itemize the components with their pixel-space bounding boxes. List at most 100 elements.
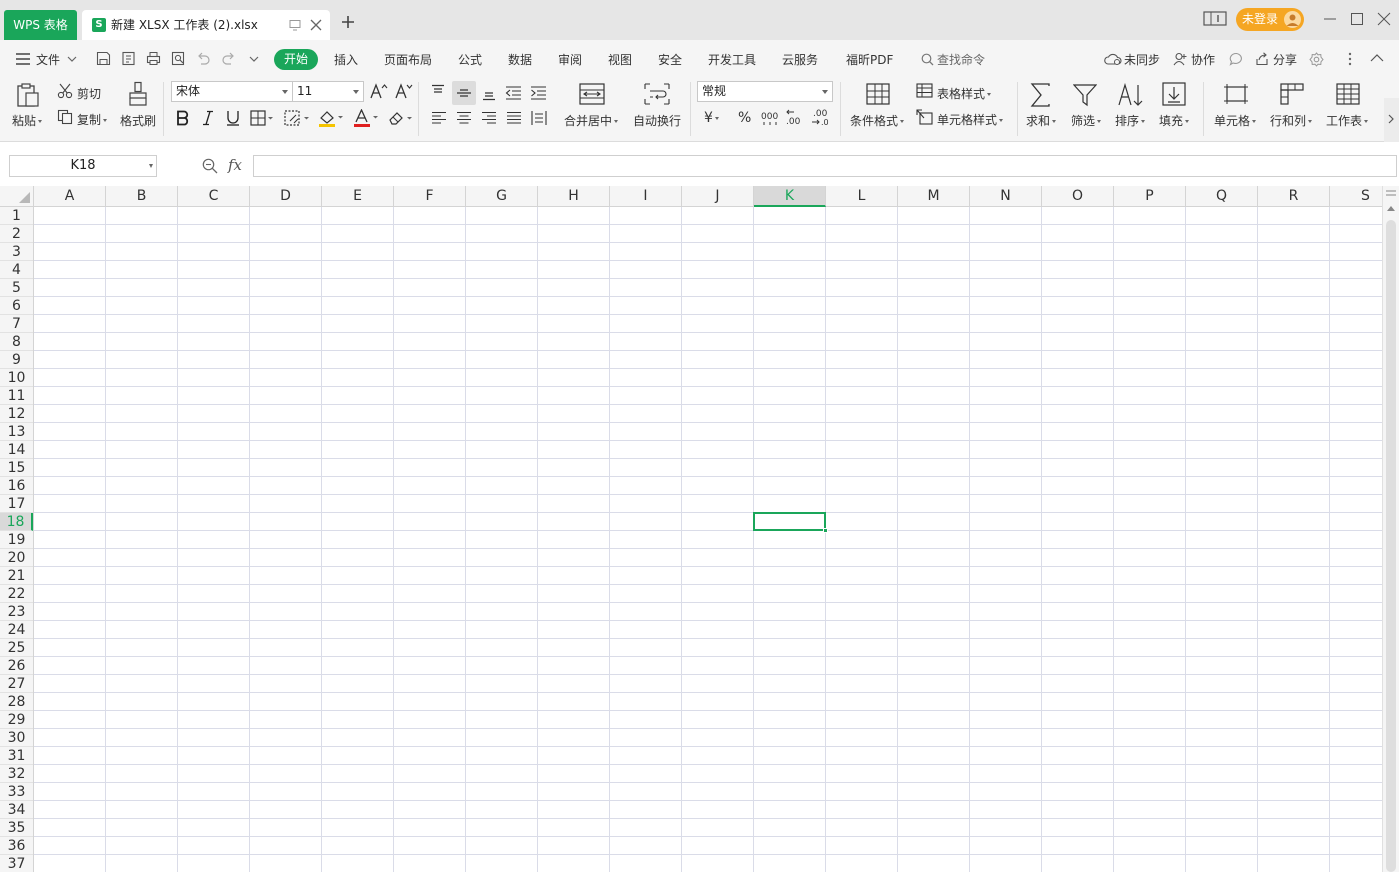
- underline-icon[interactable]: [226, 110, 240, 126]
- collaborate-button[interactable]: 协作: [1191, 51, 1215, 68]
- row-header-34[interactable]: 34: [0, 801, 33, 819]
- maximize-icon[interactable]: [1350, 12, 1364, 26]
- italic-icon[interactable]: [202, 110, 214, 126]
- row-header-17[interactable]: 17: [0, 495, 33, 513]
- rows-columns-button[interactable]: 行和列: [1270, 112, 1313, 129]
- ribbon-scroll-right[interactable]: [1384, 98, 1399, 142]
- paste-button[interactable]: 粘贴: [12, 112, 43, 129]
- align-bottom-icon[interactable]: [481, 85, 497, 101]
- conditional-format-icon[interactable]: [866, 83, 890, 105]
- insert-function-fx[interactable]: fx: [228, 156, 242, 174]
- row-header-19[interactable]: 19: [0, 531, 33, 549]
- copy-button[interactable]: 复制: [77, 111, 108, 128]
- align-center-icon[interactable]: [456, 111, 472, 125]
- filter-button[interactable]: 筛选: [1071, 112, 1102, 129]
- column-header-p[interactable]: P: [1114, 186, 1186, 207]
- row-header-23[interactable]: 23: [0, 603, 33, 621]
- cloud-sync-icon[interactable]: [1104, 53, 1122, 66]
- row-header-13[interactable]: 13: [0, 423, 33, 441]
- copy-icon[interactable]: [57, 109, 73, 125]
- tab-view[interactable]: 视图: [608, 51, 632, 68]
- row-header-10[interactable]: 10: [0, 369, 33, 387]
- fill-handle[interactable]: [823, 528, 828, 533]
- font-color-icon[interactable]: [353, 109, 380, 127]
- column-header-m[interactable]: M: [898, 186, 970, 207]
- fill-button[interactable]: 填充: [1159, 112, 1190, 129]
- decrease-indent-icon[interactable]: [505, 85, 522, 101]
- active-cell-highlight[interactable]: [753, 512, 826, 531]
- save-icon[interactable]: [96, 51, 111, 66]
- merge-center-icon[interactable]: [579, 83, 605, 105]
- currency-button[interactable]: ¥: [704, 110, 719, 126]
- sort-icon[interactable]: [1118, 83, 1144, 107]
- tab-cloud[interactable]: 云服务: [782, 51, 818, 68]
- tab-foxit-pdf[interactable]: 福昕PDF: [846, 51, 893, 68]
- worksheet-button[interactable]: 工作表: [1326, 112, 1369, 129]
- cell-format-icon[interactable]: [1223, 83, 1249, 105]
- column-header-e[interactable]: E: [322, 186, 394, 207]
- search-command[interactable]: 查找命令: [937, 51, 985, 68]
- sum-sigma-icon[interactable]: [1030, 83, 1052, 107]
- unsynced-status[interactable]: 未同步: [1124, 51, 1160, 68]
- row-header-2[interactable]: 2: [0, 225, 33, 243]
- paste-icon[interactable]: [15, 82, 41, 108]
- row-header-4[interactable]: 4: [0, 261, 33, 279]
- redo-icon[interactable]: [221, 51, 236, 66]
- column-header-r[interactable]: R: [1258, 186, 1330, 207]
- tab-insert[interactable]: 插入: [334, 51, 358, 68]
- row-header-27[interactable]: 27: [0, 675, 33, 693]
- row-header-8[interactable]: 8: [0, 333, 33, 351]
- minimize-icon[interactable]: [1323, 12, 1337, 26]
- print-preview-icon[interactable]: [171, 51, 186, 66]
- row-header-7[interactable]: 7: [0, 315, 33, 333]
- filter-funnel-icon[interactable]: [1073, 83, 1097, 107]
- collapse-ribbon-icon[interactable]: [1370, 54, 1384, 62]
- column-header-i[interactable]: I: [610, 186, 682, 207]
- zoom-function-icon[interactable]: [202, 158, 218, 174]
- cut-button[interactable]: 剪切: [77, 85, 101, 102]
- search-icon[interactable]: [921, 53, 934, 66]
- share-button[interactable]: 分享: [1273, 51, 1297, 68]
- column-header-l[interactable]: L: [826, 186, 898, 207]
- align-top-icon[interactable]: [430, 84, 446, 100]
- align-right-icon[interactable]: [481, 111, 497, 125]
- decrease-font-icon[interactable]: [395, 83, 413, 99]
- thousands-separator-icon[interactable]: 000: [761, 110, 779, 126]
- merge-center-button[interactable]: 合并居中: [564, 112, 619, 129]
- chevron-down-icon[interactable]: [67, 56, 77, 62]
- row-header-16[interactable]: 16: [0, 477, 33, 495]
- undo-icon[interactable]: [196, 51, 211, 66]
- row-header-3[interactable]: 3: [0, 243, 33, 261]
- format-painter-button[interactable]: 格式刷: [120, 112, 156, 129]
- tab-review[interactable]: 审阅: [558, 51, 582, 68]
- row-header-37[interactable]: 37: [0, 855, 33, 872]
- decrease-decimal-icon[interactable]: .00.0: [810, 108, 830, 126]
- row-header-6[interactable]: 6: [0, 297, 33, 315]
- more-options-icon[interactable]: [1348, 52, 1352, 66]
- tab-page-layout[interactable]: 页面布局: [384, 51, 432, 68]
- tab-formula[interactable]: 公式: [458, 51, 482, 68]
- quick-access-dropdown-icon[interactable]: [249, 56, 259, 62]
- share-icon[interactable]: [1255, 52, 1269, 66]
- app-home-tab[interactable]: WPS 表格: [4, 10, 77, 40]
- file-menu[interactable]: 文件: [36, 51, 60, 68]
- export-pdf-icon[interactable]: [121, 51, 136, 66]
- percent-button[interactable]: %: [738, 110, 751, 126]
- cell-style-icon[interactable]: [916, 109, 933, 125]
- column-header-b[interactable]: B: [106, 186, 178, 207]
- row-header-24[interactable]: 24: [0, 621, 33, 639]
- column-header-k[interactable]: K: [754, 186, 826, 207]
- column-header-o[interactable]: O: [1042, 186, 1114, 207]
- sum-button[interactable]: 求和: [1026, 112, 1057, 129]
- reading-mode-icon[interactable]: [1203, 11, 1227, 27]
- row-header-14[interactable]: 14: [0, 441, 33, 459]
- row-header-31[interactable]: 31: [0, 747, 33, 765]
- row-header-20[interactable]: 20: [0, 549, 33, 567]
- column-header-h[interactable]: H: [538, 186, 610, 207]
- fill-pattern-icon[interactable]: [284, 110, 311, 126]
- float-window-icon[interactable]: [289, 19, 301, 31]
- row-header-21[interactable]: 21: [0, 567, 33, 585]
- row-header-28[interactable]: 28: [0, 693, 33, 711]
- print-icon[interactable]: [146, 51, 161, 66]
- hamburger-menu-icon[interactable]: [16, 53, 30, 65]
